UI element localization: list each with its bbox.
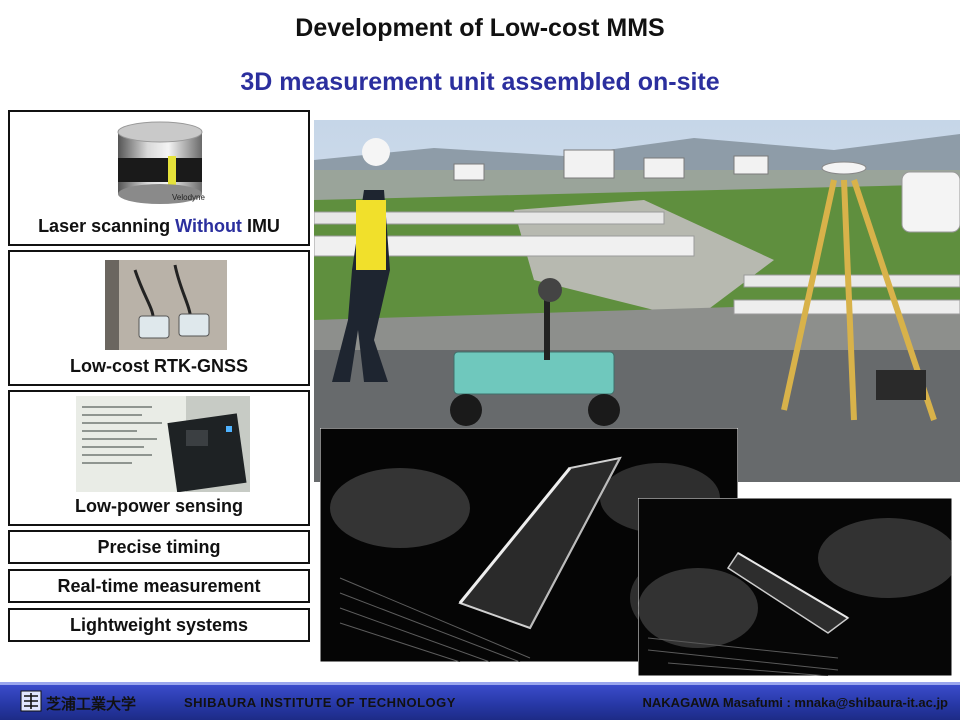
slide-footer: 芝浦工業大学 SHIBAURA INSTITUTE OF TECHNOLOGY … xyxy=(0,682,960,720)
feature-box-timing: Precise timing xyxy=(8,530,310,564)
feature-label-power: Low-power sensing xyxy=(74,496,243,516)
feature-box-power: Low-power sensing xyxy=(8,390,310,526)
feature-label-realtime: Real-time measurement xyxy=(57,576,261,596)
velodyne-lidar-image: Velodyne xyxy=(117,121,205,204)
slide-title: Development of Low-cost MMS xyxy=(295,14,665,42)
feature-label-timing: Precise timing xyxy=(97,537,221,557)
gnss-receiver-image xyxy=(105,260,227,350)
university-name-en: SHIBAURA INSTITUTE OF TECHNOLOGY xyxy=(184,695,456,710)
slide-subtitle: 3D measurement unit assembled on-site xyxy=(240,68,720,96)
feature-box-realtime: Real-time measurement xyxy=(8,569,310,603)
author-contact: NAKAGAWA Masafumi : mnaka@shibaura-it.ac… xyxy=(642,695,948,710)
university-logo-icon xyxy=(20,690,42,712)
sensor-board-image xyxy=(76,396,250,492)
feature-label-laser: Laser scanning Without IMU xyxy=(38,216,280,236)
feature-box-lightweight: Lightweight systems xyxy=(8,608,310,642)
university-name-jp: 芝浦工業大学 xyxy=(46,695,137,713)
point-cloud-bridge-view-2 xyxy=(638,498,952,676)
velodyne-logo-text: Velodyne xyxy=(172,193,205,202)
feature-box-gnss: Low-cost RTK-GNSS xyxy=(8,250,310,386)
feature-box-laser: Velodyne Laser scanning Without IMU xyxy=(8,110,310,246)
feature-label-gnss: Low-cost RTK-GNSS xyxy=(70,356,248,376)
feature-label-lightweight: Lightweight systems xyxy=(69,615,249,635)
